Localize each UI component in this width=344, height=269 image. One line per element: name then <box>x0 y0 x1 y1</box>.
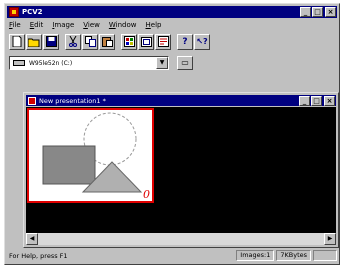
status-help-text: For Help, press F1 <box>9 251 68 260</box>
new-document-icon[interactable] <box>9 33 25 50</box>
save-disk-icon[interactable] <box>43 33 59 50</box>
scroll-right-icon[interactable]: ▶ <box>324 233 336 245</box>
drive-action-button[interactable]: ▭ <box>177 56 193 70</box>
menu-bar: File Edit Image View Window Help <box>9 20 170 30</box>
app-window: PCV2 _ □ × File Edit Image View Window H… <box>4 3 340 265</box>
drive-bar: W95le52n (C:) ▼ ▭ <box>9 56 193 70</box>
scissors-icon[interactable] <box>65 33 81 50</box>
drive-select[interactable]: W95le52n (C:) ▼ <box>9 56 169 70</box>
image-view-icon[interactable] <box>121 33 137 50</box>
presentation-title-bar[interactable]: New presentation1 * _ □ × <box>26 95 336 106</box>
status-extra-panel <box>313 250 337 261</box>
close-button[interactable]: × <box>325 7 336 17</box>
minimize-button[interactable]: _ <box>300 7 311 17</box>
app-title: PCV2 <box>22 8 43 16</box>
status-bar: For Help, press F1 Images:1 7KBytes <box>7 249 337 262</box>
context-help-icon[interactable]: ↖? <box>194 33 210 50</box>
image-thumbnail[interactable]: 0 <box>27 108 154 203</box>
menu-help[interactable]: Help <box>146 21 162 29</box>
paste-icon[interactable] <box>99 33 115 50</box>
thumbnail-shapes <box>42 112 143 193</box>
child-close-button[interactable]: × <box>324 96 335 106</box>
child-maximize-button[interactable]: □ <box>311 96 322 106</box>
status-size: 7KBytes <box>276 250 311 261</box>
status-images-count: Images:1 <box>236 250 275 261</box>
menu-window[interactable]: Window <box>109 21 137 29</box>
child-minimize-button[interactable]: _ <box>299 96 310 106</box>
chevron-down-icon[interactable]: ▼ <box>156 57 168 69</box>
question-mark-icon[interactable]: ? <box>177 33 193 50</box>
scroll-left-icon[interactable]: ◀ <box>26 233 38 245</box>
menu-file[interactable]: File <box>9 21 21 29</box>
drive-value: W95le52n (C:) <box>29 59 73 67</box>
horizontal-scrollbar[interactable]: ◀ ▶ <box>26 233 336 245</box>
thumbnail-index: 0 <box>143 188 150 201</box>
thumbnail-canvas[interactable]: 0 <box>26 107 336 233</box>
presentation-window: New presentation1 * _ □ × 0 ◀ ▶ <box>23 92 339 248</box>
maximize-button[interactable]: □ <box>312 7 323 17</box>
menu-image[interactable]: Image <box>52 21 74 29</box>
properties-icon[interactable] <box>155 33 171 50</box>
copy-icon[interactable] <box>82 33 98 50</box>
toolbar: ? ↖? <box>9 32 211 51</box>
menu-edit[interactable]: Edit <box>30 21 44 29</box>
open-folder-icon[interactable] <box>26 33 42 50</box>
slide-icon[interactable] <box>138 33 154 50</box>
document-icon <box>28 96 36 105</box>
title-bar[interactable]: PCV2 _ □ × <box>7 6 337 18</box>
app-icon[interactable] <box>9 7 19 17</box>
presentation-title: New presentation1 * <box>39 96 106 105</box>
scroll-track[interactable] <box>38 233 324 245</box>
hard-drive-icon <box>13 60 25 66</box>
menu-view[interactable]: View <box>83 21 100 29</box>
